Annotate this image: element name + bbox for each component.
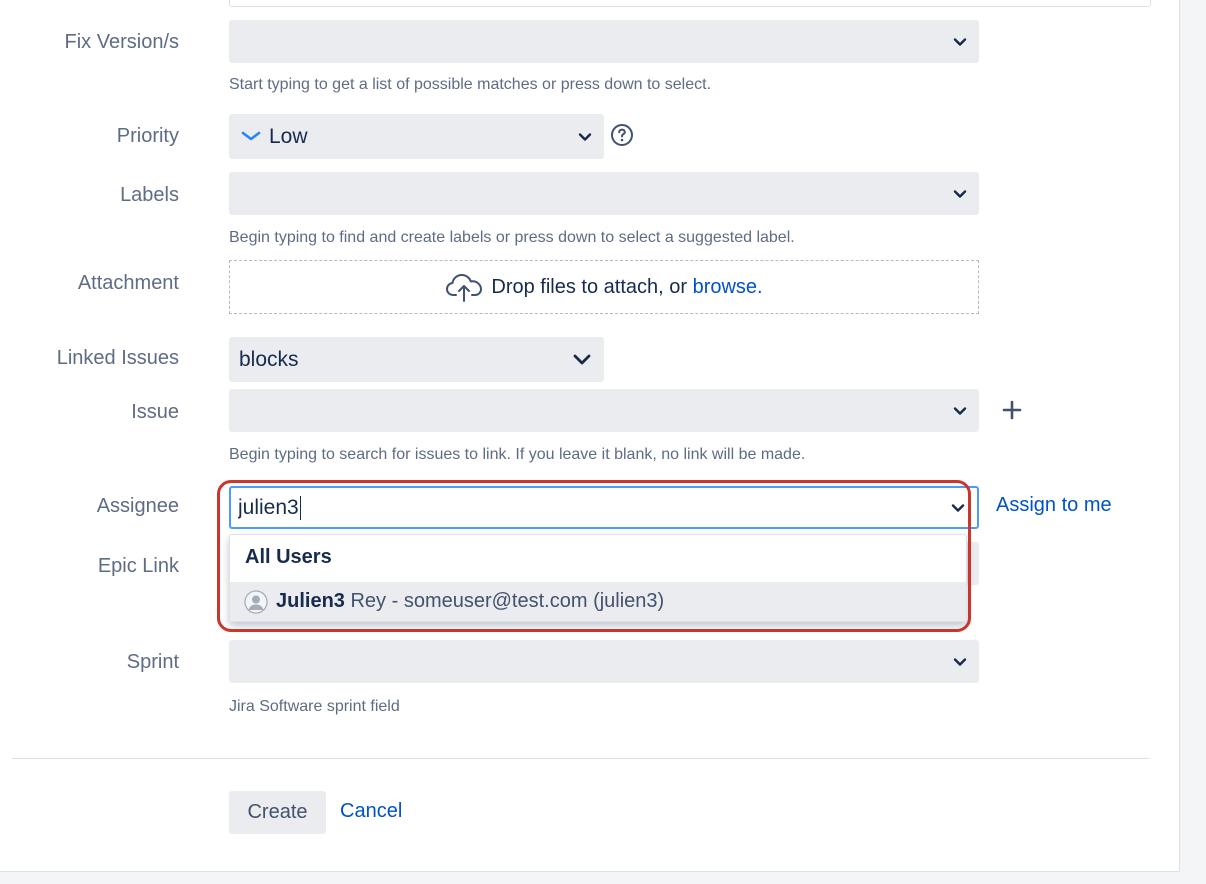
- create-issue-form: Fix Version/s Start typing to get a list…: [0, 0, 1180, 872]
- linked-issues-value: blocks: [239, 347, 299, 371]
- cancel-button[interactable]: Cancel: [340, 800, 402, 823]
- sprint-label: Sprint: [126, 651, 179, 673]
- plus-icon[interactable]: [1000, 398, 1024, 422]
- linked-issues-label: Linked Issues: [56, 347, 179, 369]
- chevron-down-icon: [953, 37, 967, 46]
- labels-select[interactable]: [229, 172, 979, 215]
- assignee-label: Assignee: [96, 495, 179, 517]
- assignee-input-wrapper[interactable]: [229, 486, 979, 529]
- fix-versions-hint: Start typing to get a list of possible m…: [229, 76, 712, 93]
- chevron-down-icon: [953, 406, 967, 415]
- sprint-hint: Jira Software sprint field: [229, 698, 400, 715]
- browse-link[interactable]: browse.: [693, 276, 763, 299]
- dropdown-group-heading: All Users: [245, 546, 332, 568]
- suggestion-match: Julien3: [276, 590, 345, 612]
- chevron-down-icon: [573, 354, 591, 364]
- assign-to-me-link[interactable]: Assign to me: [996, 494, 1112, 517]
- assignee-input[interactable]: [238, 494, 928, 522]
- suggestion-rest: Rey - someuser@test.com (julien3): [344, 590, 665, 612]
- chevron-down-icon: [953, 189, 967, 198]
- assignee-suggestions-dropdown: All Users Julien3 Rey - someuser@test.co…: [229, 534, 967, 622]
- chevron-down-icon: [953, 657, 967, 666]
- form-divider: [12, 758, 1150, 759]
- priority-label: Priority: [116, 125, 179, 147]
- chevron-down-priority-low-icon: [241, 131, 261, 141]
- epic-link-label: Epic Link: [97, 555, 179, 577]
- chevron-down-icon: [951, 503, 965, 512]
- user-avatar-icon: [244, 590, 268, 614]
- attachment-dropzone[interactable]: Drop files to attach, or browse.: [229, 260, 979, 314]
- question-circle-icon[interactable]: [610, 123, 634, 147]
- fix-versions-label: Fix Version/s: [64, 31, 179, 53]
- cloud-upload-icon: [446, 274, 483, 302]
- issue-select[interactable]: [229, 389, 979, 432]
- priority-select[interactable]: Low: [229, 114, 604, 159]
- fix-versions-select[interactable]: [229, 20, 979, 63]
- attachment-label: Attachment: [77, 272, 179, 294]
- labels-hint: Begin typing to find and create labels o…: [229, 229, 795, 246]
- sprint-select[interactable]: [229, 640, 979, 683]
- suggestion-text: Julien3 Rey - someuser@test.com (julien3…: [276, 590, 664, 613]
- issue-label: Issue: [131, 401, 179, 423]
- suggestion-item[interactable]: Julien3 Rey - someuser@test.com (julien3…: [230, 582, 966, 621]
- priority-value: Low: [269, 124, 308, 148]
- attachment-drop-text: Drop files to attach, or: [491, 275, 693, 298]
- chevron-down-icon: [578, 132, 592, 141]
- linked-issues-select[interactable]: blocks: [229, 337, 604, 382]
- text-cursor: [300, 496, 301, 520]
- previous-field-edge: [229, 0, 1151, 7]
- create-button[interactable]: Create: [229, 791, 326, 834]
- labels-label: Labels: [120, 184, 179, 206]
- issue-hint: Begin typing to search for issues to lin…: [229, 446, 806, 463]
